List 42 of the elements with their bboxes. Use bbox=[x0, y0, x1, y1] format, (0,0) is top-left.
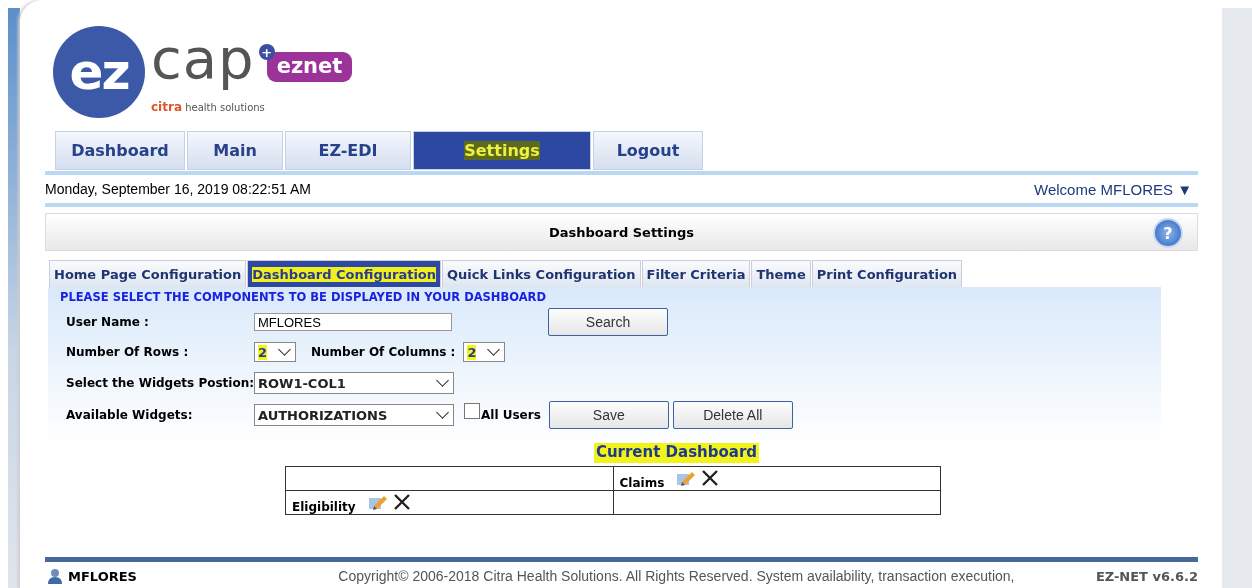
welcome-menu[interactable]: Welcome MFLORES ▼ bbox=[1034, 180, 1198, 198]
config-tab[interactable]: Dashboard Configuration bbox=[247, 260, 442, 287]
search-button[interactable]: Search bbox=[548, 308, 668, 336]
config-tab[interactable]: Print Configuration bbox=[811, 260, 963, 287]
brand-tagline: citra health solutions bbox=[151, 100, 266, 114]
widget-name: Claims bbox=[619, 476, 665, 490]
section-title: Current Dashboard bbox=[593, 443, 760, 463]
logo-mark: ez bbox=[53, 26, 145, 118]
field-label: Number Of Rows : bbox=[65, 345, 190, 359]
close-icon[interactable] bbox=[391, 493, 412, 511]
config-tab[interactable]: Quick Links Configuration bbox=[442, 260, 641, 287]
nav-tab[interactable]: EZ-EDI bbox=[285, 131, 411, 170]
config-tab[interactable]: Home Page Configuration bbox=[49, 260, 247, 287]
nav-tab[interactable]: Settings bbox=[413, 131, 591, 170]
widget-select[interactable]: AUTHORIZATIONS bbox=[254, 404, 454, 426]
date-time: Monday, September 16, 2019 08:22:51 AM bbox=[45, 181, 311, 197]
position-select[interactable]: ROW1-COL1 bbox=[254, 372, 454, 394]
footer-user: MFLORES bbox=[68, 568, 137, 584]
delete-all-button[interactable]: Delete All bbox=[672, 401, 793, 429]
nav-tab[interactable]: Logout bbox=[593, 131, 703, 170]
user-icon bbox=[47, 568, 63, 584]
field-label: Number Of Columns : bbox=[311, 345, 456, 359]
columns-select[interactable]: 2 bbox=[463, 342, 506, 362]
config-tab[interactable]: Theme bbox=[751, 260, 811, 287]
field-label: User Name : bbox=[65, 315, 150, 329]
logo-word: cap bbox=[151, 26, 255, 92]
widget-name: Eligibility bbox=[292, 500, 356, 514]
nav-tab[interactable]: Dashboard bbox=[55, 131, 185, 170]
nav-tab[interactable]: Main bbox=[187, 131, 283, 170]
close-icon[interactable] bbox=[700, 469, 721, 487]
panel-title: Dashboard Settings bbox=[548, 224, 695, 240]
config-tab[interactable]: Filter Criteria bbox=[641, 260, 751, 287]
field-label: Select the Widgets Postion: bbox=[65, 376, 254, 390]
user-name-field[interactable]: MFLORES bbox=[254, 313, 452, 331]
version-text: EZ-NET v6.6.2 bbox=[1095, 568, 1198, 584]
instruction-text: PLEASE SELECT THE COMPONENTS TO BE DISPLAYED IN YOUR DASHBOARD bbox=[59, 289, 548, 304]
save-button[interactable]: Save bbox=[548, 401, 669, 429]
checkbox-label: All Users bbox=[481, 408, 541, 422]
field-label: Available Widgets: bbox=[65, 408, 194, 422]
rows-select[interactable]: 2 bbox=[254, 342, 296, 362]
checkbox[interactable] bbox=[464, 403, 480, 419]
copyright-text: Copyright© 2006-2018 Citra Health Solutions. All Rights Reserved. System availability, transaction execution, bbox=[338, 568, 1015, 584]
